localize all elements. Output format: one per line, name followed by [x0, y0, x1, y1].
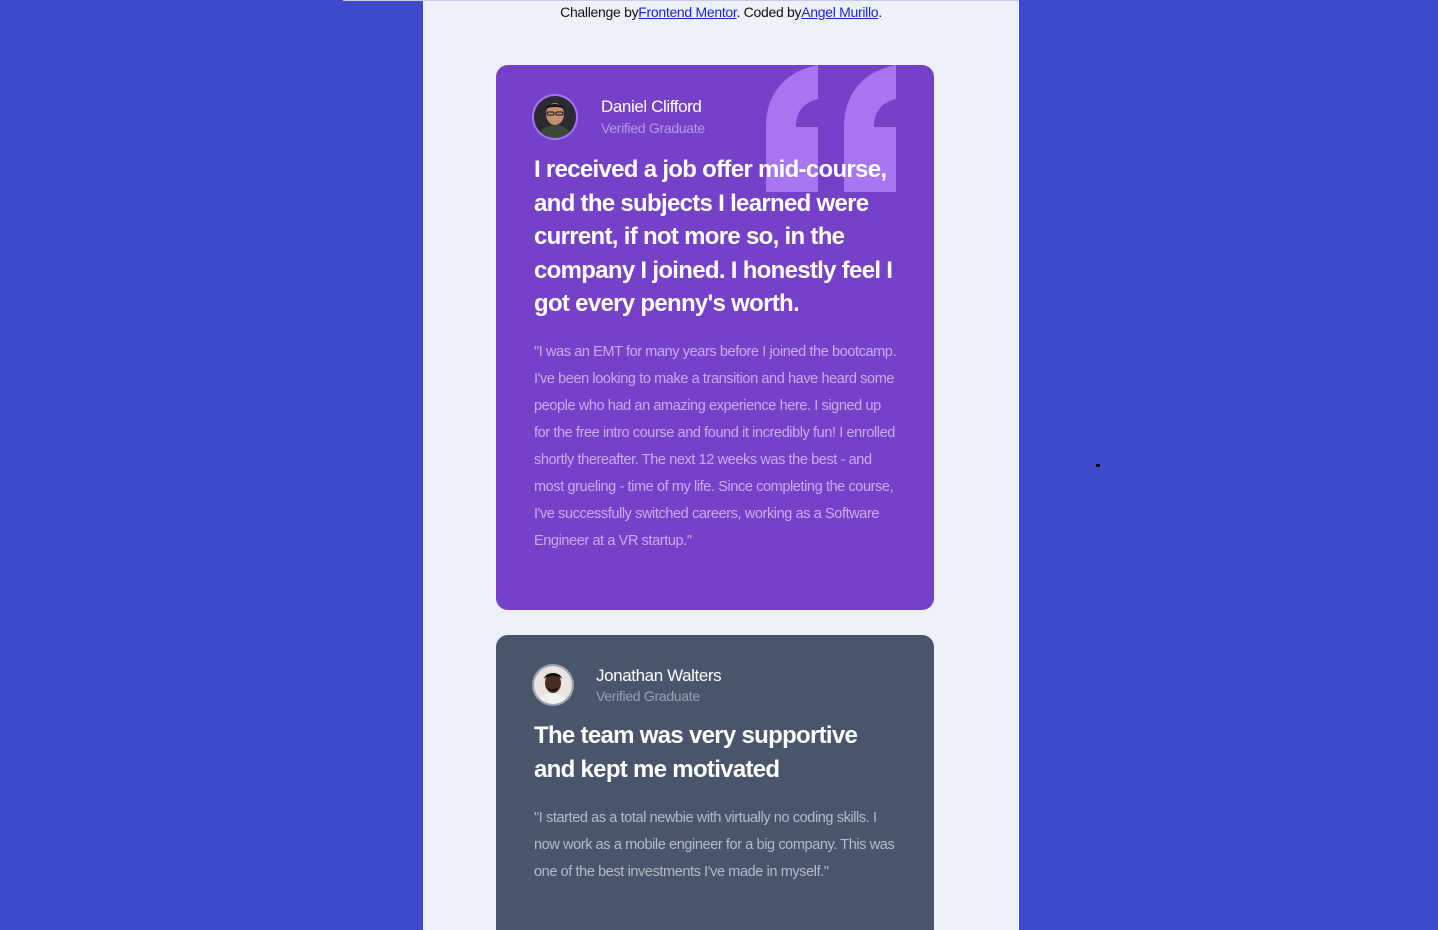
testimonial-body: "I started as a total newbie with virtua… — [534, 810, 895, 880]
attribution: Challenge byFrontend Mentor. Coded byAng… — [423, 4, 1019, 20]
testimonial-body: "I was an EMT for many years before I jo… — [534, 344, 897, 549]
author-role: Verified Graduate — [601, 120, 705, 136]
frontend-mentor-link[interactable]: Frontend Mentor — [638, 4, 737, 20]
testimonial-headline: I received a job offer mid-course, and t… — [534, 156, 893, 317]
attribution-suffix: . — [878, 4, 882, 20]
stray-dot — [1096, 464, 1100, 467]
top-border-line — [343, 0, 423, 1]
author-link[interactable]: Angel Murillo — [801, 4, 878, 20]
avatar — [534, 96, 576, 138]
testimonial-card-jonathan: Jonathan Walters Verified Graduate The t… — [496, 635, 934, 930]
content-column: Challenge byFrontend Mentor. Coded byAng… — [423, 0, 1019, 930]
author-name: Jonathan Walters — [596, 666, 722, 685]
attribution-prefix: Challenge by — [560, 4, 639, 20]
author-name: Daniel Clifford — [601, 97, 702, 116]
author-role: Verified Graduate — [596, 688, 700, 704]
attribution-middle: . Coded by — [736, 4, 802, 20]
avatar — [534, 666, 572, 704]
testimonial-headline: The team was very supportive and kept me… — [534, 722, 858, 783]
testimonial-card-daniel: Daniel Clifford Verified Graduate I rece… — [496, 65, 934, 610]
